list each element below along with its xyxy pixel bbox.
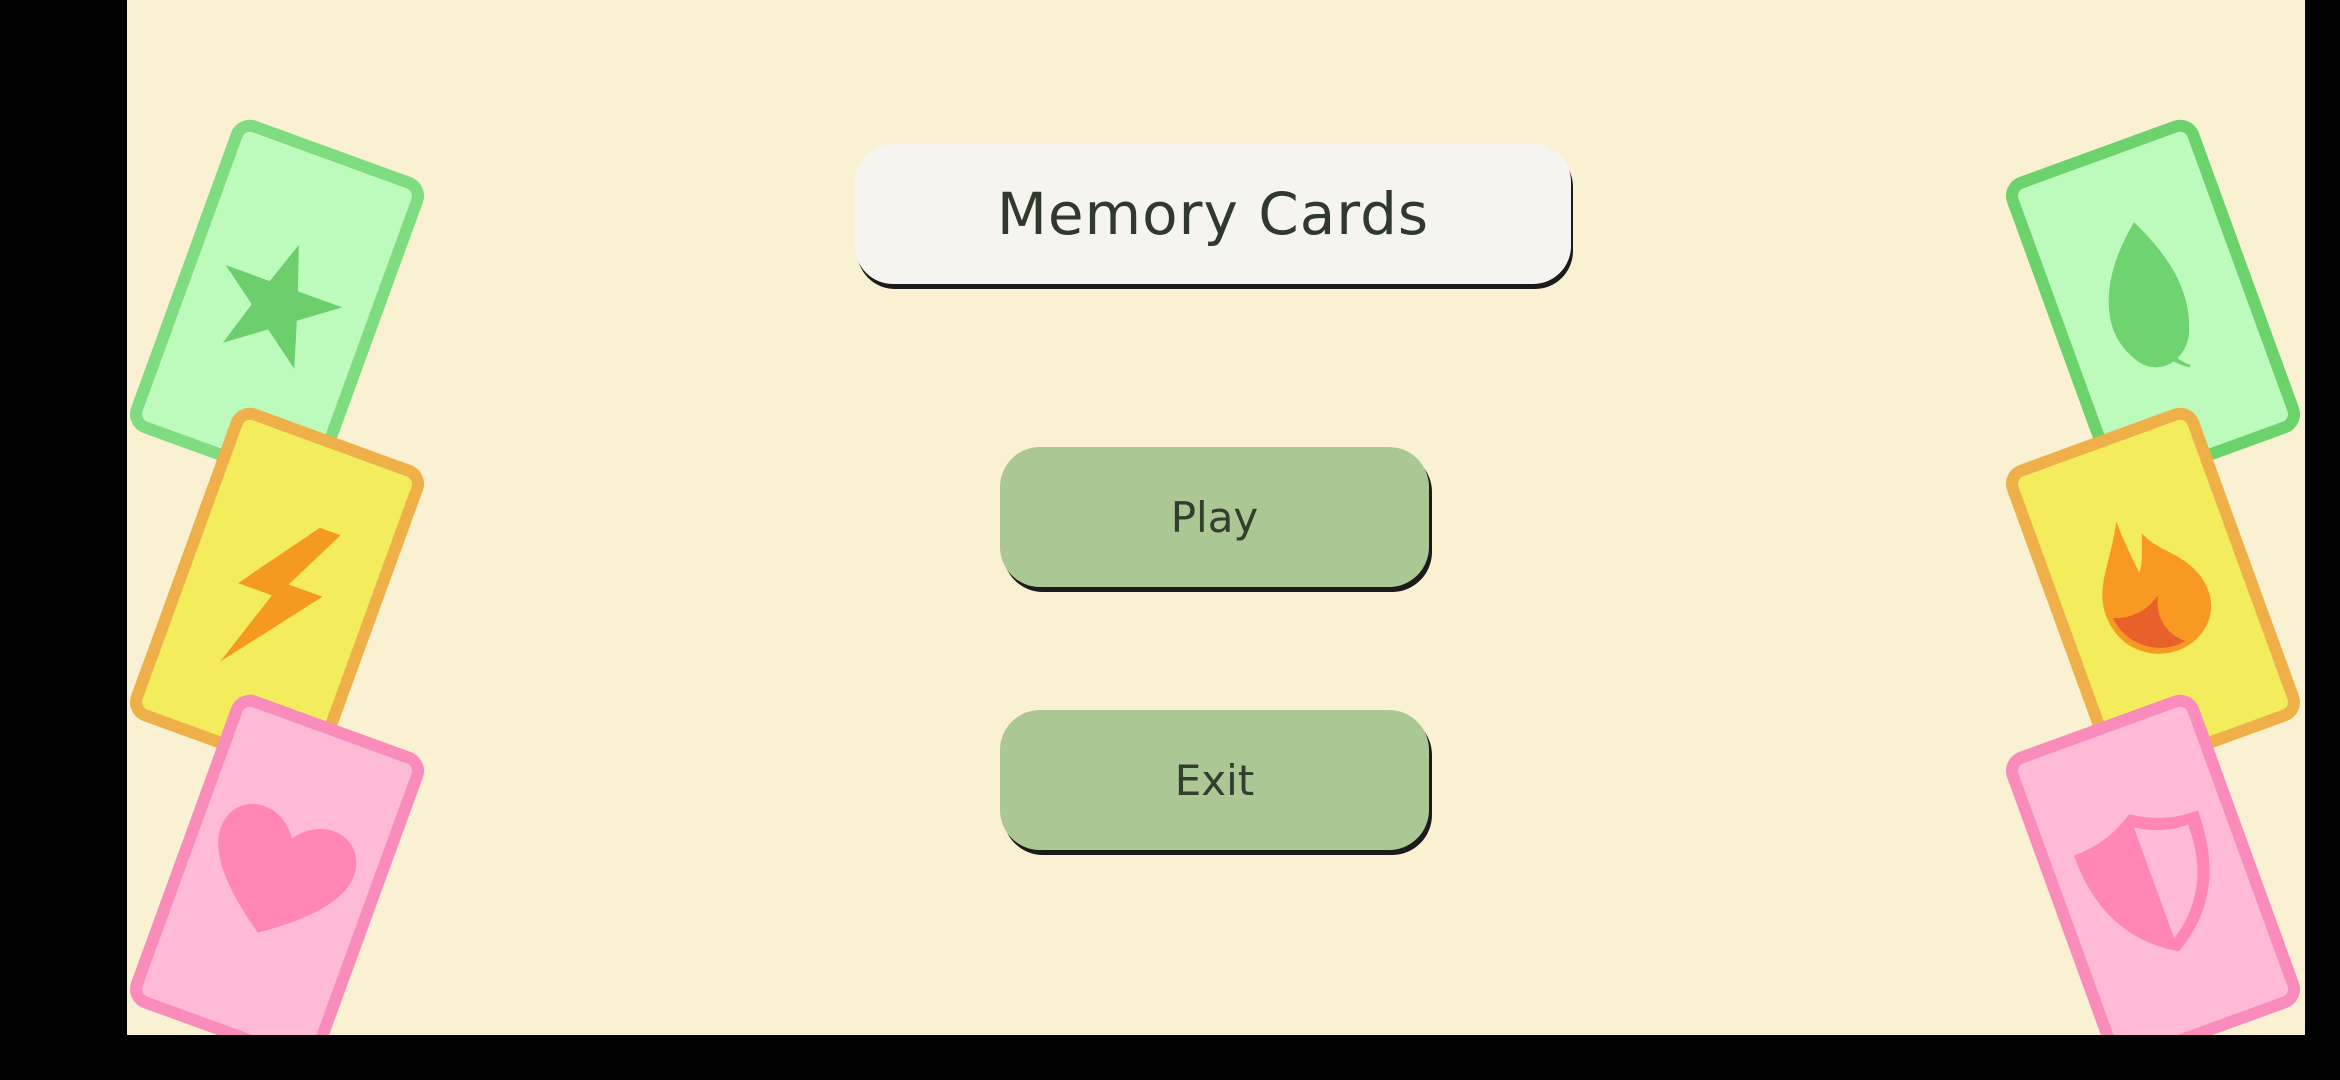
- play-button[interactable]: Play: [1000, 447, 1429, 587]
- game-screen: Memory Cards Play Exit: [127, 0, 2305, 1035]
- card-shield: [2006, 694, 2300, 1035]
- game-title: Memory Cards: [996, 180, 1430, 248]
- title-panel: Memory Cards: [855, 144, 1571, 284]
- exit-button[interactable]: Exit: [1000, 710, 1429, 850]
- play-button-label: Play: [1170, 492, 1259, 542]
- card-heart: [130, 694, 424, 1035]
- exit-button-label: Exit: [1174, 755, 1255, 805]
